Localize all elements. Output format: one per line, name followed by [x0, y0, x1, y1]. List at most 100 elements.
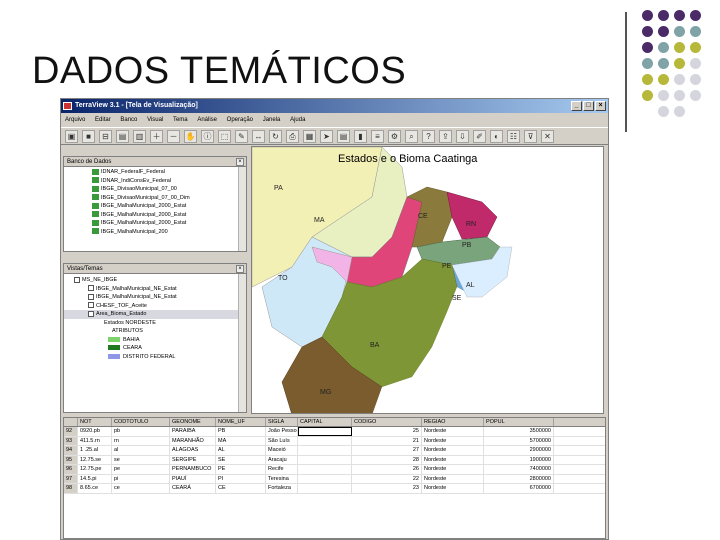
view-item[interactable]: MS_NE_IBGE [64, 276, 246, 285]
table-cell[interactable] [298, 465, 352, 474]
table-cell[interactable]: CEARÁ [170, 484, 216, 493]
table-cell[interactable] [298, 455, 352, 464]
table-cell[interactable]: 2800000 [484, 474, 554, 483]
table-cell[interactable] [298, 484, 352, 493]
table-cell[interactable] [298, 446, 352, 455]
column-header[interactable] [64, 418, 78, 426]
import-icon[interactable]: ⇩ [456, 130, 469, 143]
table-cell[interactable]: Nordeste [422, 427, 484, 436]
table-cell[interactable]: Nordeste [422, 474, 484, 483]
edit-icon[interactable]: ✐ [473, 130, 486, 143]
measure-icon[interactable]: ↔ [252, 130, 265, 143]
theme-checkbox[interactable] [88, 293, 94, 300]
table-cell[interactable]: pe [112, 465, 170, 474]
menu-visual[interactable]: Visual [143, 114, 167, 126]
trash-icon[interactable]: ⊟ [99, 130, 112, 143]
table-cell[interactable]: 12.75.pe [78, 465, 112, 474]
draw-icon[interactable]: ✎ [235, 130, 248, 143]
save-icon[interactable]: ■ [82, 130, 95, 143]
table-cell[interactable]: Fortaleza [266, 484, 298, 493]
table-row[interactable]: 96 12.75.pe pe PERNAMBUCO PE Recife 26 Nordeste… [64, 465, 605, 475]
tree-item[interactable]: IDNAR_IndiConsEv_Federal [92, 177, 246, 186]
search-icon[interactable]: ⌕ [405, 130, 418, 143]
table-cell[interactable]: se [112, 455, 170, 464]
tree-item[interactable]: IBGE_MalhaMunicipal_2000_Estat [92, 219, 246, 228]
table-cell[interactable]: 92 [64, 427, 78, 436]
color-icon[interactable]: ◐ [490, 130, 503, 143]
menu-analise[interactable]: Análise [193, 114, 221, 126]
zoom-out-icon[interactable]: － [167, 130, 180, 143]
column-header[interactable]: GEONOME [170, 418, 216, 426]
tree-item[interactable]: IBGE_DivisaoMunicipal_07_00_Dim [92, 194, 246, 203]
map-view[interactable]: Estados e o Bioma Caatinga PA MA CE RN P… [251, 146, 604, 414]
menu-arquivo[interactable]: Arquivo [61, 114, 89, 126]
table-cell[interactable]: Nordeste [422, 455, 484, 464]
table-cell[interactable]: 6700000 [484, 484, 554, 493]
tree-item[interactable]: IBGE_MalhaMunicipal_2000_Estat [92, 202, 246, 211]
pan-icon[interactable]: ✋ [184, 130, 197, 143]
table-cell[interactable]: 95 [64, 455, 78, 464]
table-cell[interactable]: SERGIPE [170, 455, 216, 464]
theme-item[interactable]: IBGE_MalhaMunicipal_NE_Estat [64, 293, 246, 302]
filter-icon[interactable]: ⊽ [524, 130, 537, 143]
menu-editar[interactable]: Editar [91, 114, 115, 126]
table-cell[interactable]: ALAGOAS [170, 446, 216, 455]
state-rn[interactable] [446, 191, 498, 240]
paste-icon[interactable]: ▥ [133, 130, 146, 143]
table-icon[interactable]: ▤ [337, 130, 350, 143]
table-cell[interactable]: AL [216, 446, 266, 455]
theme-checkbox[interactable] [88, 285, 94, 292]
table-cell[interactable]: al [112, 446, 170, 455]
copy-icon[interactable]: ▤ [116, 130, 129, 143]
table-cell[interactable]: PE [216, 465, 266, 474]
column-header[interactable]: CAPITAL [298, 418, 352, 426]
table-cell[interactable]: 21 [352, 436, 422, 445]
table-cell[interactable]: 22 [352, 474, 422, 483]
table-cell[interactable]: 0920.pb [78, 427, 112, 436]
column-header[interactable]: CODIGO [352, 418, 422, 426]
theme-item-selected[interactable]: Area_Bioma_Estado [64, 310, 246, 319]
table-row[interactable]: 97 14.5.pi pi PIAUÍ PI Teresina 22 Nordeste 2800… [64, 474, 605, 484]
map-canvas[interactable] [252, 147, 604, 414]
table-cell[interactable]: 411.5.rn [78, 436, 112, 445]
zoom-in-icon[interactable]: ＋ [150, 130, 163, 143]
column-header[interactable]: POPUL [484, 418, 554, 426]
column-header[interactable]: CODTOTULO [112, 418, 170, 426]
table-cell[interactable]: SE [216, 455, 266, 464]
table-cell[interactable]: MA [216, 436, 266, 445]
table-cell[interactable]: João Pessoa [266, 427, 298, 436]
column-header[interactable]: NOME_UF [216, 418, 266, 426]
table-cell[interactable]: 2900000 [484, 446, 554, 455]
select-icon[interactable]: ⬚ [218, 130, 231, 143]
tree-item[interactable]: IBGE_MalhaMunicipal_200 [92, 228, 246, 237]
menu-janela[interactable]: Janela [259, 114, 285, 126]
close-panel-icon[interactable]: × [236, 265, 244, 273]
table-cell[interactable] [298, 427, 352, 436]
table-cell[interactable]: Nordeste [422, 446, 484, 455]
chart-icon[interactable]: ▮ [354, 130, 367, 143]
print-icon[interactable]: ⎙ [286, 130, 299, 143]
table-cell[interactable]: PARAIBA [170, 427, 216, 436]
table-cell[interactable]: ce [112, 484, 170, 493]
table-cell[interactable]: Nordeste [422, 436, 484, 445]
table-cell[interactable]: 1 .25.al [78, 446, 112, 455]
table-cell[interactable]: 97 [64, 474, 78, 483]
table-cell[interactable]: PERNAMBUCO [170, 465, 216, 474]
grid-icon[interactable]: ▦ [303, 130, 316, 143]
table-cell[interactable]: 14.5.pi [78, 474, 112, 483]
table-cell[interactable]: 1900000 [484, 455, 554, 464]
close-panel-icon[interactable]: × [236, 158, 244, 166]
table-cell[interactable]: 8.65.ce [78, 484, 112, 493]
table-cell[interactable]: 93 [64, 436, 78, 445]
table-cell[interactable]: Teresina [266, 474, 298, 483]
table-cell[interactable]: MARANHÃO [170, 436, 216, 445]
column-header[interactable]: REGIAO [422, 418, 484, 426]
vertical-scrollbar[interactable] [238, 274, 246, 412]
theme-item[interactable]: IBGE_MalhaMunicipal_NE_Estat [64, 285, 246, 294]
layers-icon[interactable]: ≡ [371, 130, 384, 143]
view-checkbox[interactable] [74, 276, 80, 283]
table-cell[interactable]: PB [216, 427, 266, 436]
export-icon[interactable]: ⇪ [439, 130, 452, 143]
maximize-button[interactable]: □ [583, 101, 594, 111]
table-cell[interactable]: rn [112, 436, 170, 445]
